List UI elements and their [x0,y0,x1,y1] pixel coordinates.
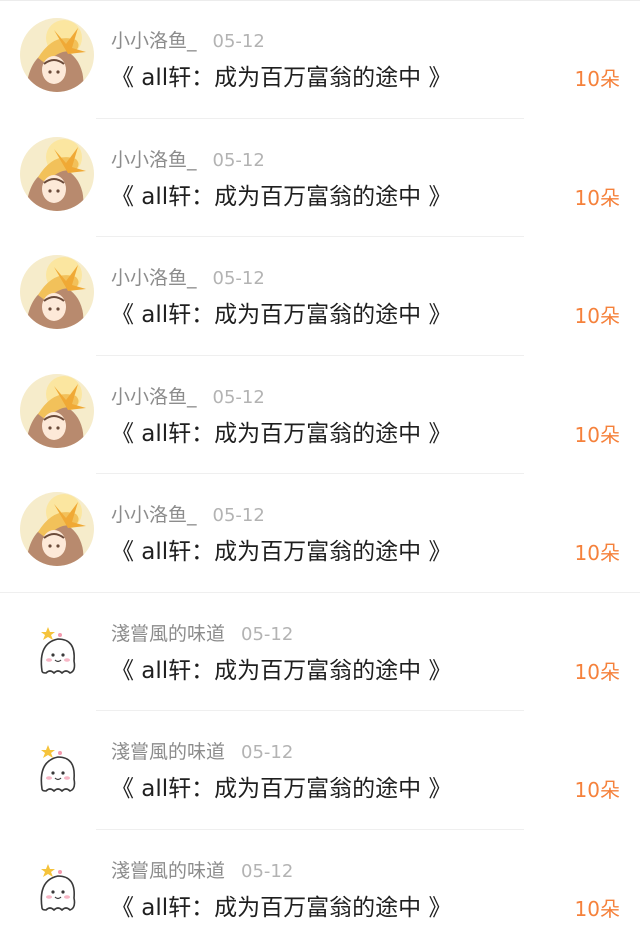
book-title[interactable]: 《 all轩：成为百万富翁的途中 》 [111,297,452,333]
anime-girl-avatar-icon[interactable] [20,374,94,448]
username[interactable]: 淺嘗風的味道 [111,741,225,763]
list-item[interactable]: 小小洛鱼_ 05-12 《 all轩：成为百万富翁的途中 》 10朵 [0,474,640,593]
gift-amount: 10朵 [575,64,620,94]
item-meta: 淺嘗風的味道 05-12 [111,621,293,647]
ghost-avatar-icon[interactable] [20,729,94,803]
item-meta: 小小洛鱼_ 05-12 [111,265,265,291]
list-item[interactable]: 淺嘗風的味道 05-12 《 all轩：成为百万富翁的途中 》 10朵 [0,830,640,948]
book-title[interactable]: 《 all轩：成为百万富翁的途中 》 [111,416,452,452]
anime-girl-avatar-icon[interactable] [20,137,94,211]
post-date: 05-12 [213,150,265,171]
book-title[interactable]: 《 all轩：成为百万富翁的途中 》 [111,890,452,926]
anime-girl-avatar-icon[interactable] [20,492,94,566]
username[interactable]: 小小洛鱼_ [111,267,197,289]
ghost-avatar-icon[interactable] [20,848,94,922]
book-title[interactable]: 《 all轩：成为百万富翁的途中 》 [111,653,452,689]
gift-amount: 10朵 [575,894,620,924]
username[interactable]: 小小洛鱼_ [111,504,197,526]
book-title[interactable]: 《 all轩：成为百万富翁的途中 》 [111,60,452,96]
username[interactable]: 小小洛鱼_ [111,30,197,52]
book-title[interactable]: 《 all轩：成为百万富翁的途中 》 [111,534,452,570]
anime-girl-avatar-icon[interactable] [20,255,94,329]
item-meta: 淺嘗風的味道 05-12 [111,858,293,884]
item-meta: 小小洛鱼_ 05-12 [111,384,265,410]
book-title[interactable]: 《 all轩：成为百万富翁的途中 》 [111,179,452,215]
list-item[interactable]: 小小洛鱼_ 05-12 《 all轩：成为百万富翁的途中 》 10朵 [0,356,640,475]
username[interactable]: 淺嘗風的味道 [111,860,225,882]
username[interactable]: 小小洛鱼_ [111,149,197,171]
gift-record-list: 小小洛鱼_ 05-12 《 all轩：成为百万富翁的途中 》 10朵 小小洛鱼_ 0… [0,0,640,948]
post-date: 05-12 [213,268,265,289]
list-item[interactable]: 小小洛鱼_ 05-12 《 all轩：成为百万富翁的途中 》 10朵 [0,119,640,238]
gift-amount: 10朵 [575,538,620,568]
gift-amount: 10朵 [575,657,620,687]
anime-girl-avatar-icon[interactable] [20,18,94,92]
post-date: 05-12 [241,861,293,882]
gift-amount: 10朵 [575,301,620,331]
post-date: 05-12 [241,742,293,763]
gift-amount: 10朵 [575,420,620,450]
gift-amount: 10朵 [575,775,620,805]
item-meta: 小小洛鱼_ 05-12 [111,502,265,528]
item-meta: 小小洛鱼_ 05-12 [111,147,265,173]
username[interactable]: 小小洛鱼_ [111,386,197,408]
post-date: 05-12 [213,31,265,52]
list-item[interactable]: 淺嘗風的味道 05-12 《 all轩：成为百万富翁的途中 》 10朵 [0,593,640,712]
ghost-avatar-icon[interactable] [20,611,94,685]
username[interactable]: 淺嘗風的味道 [111,623,225,645]
list-item[interactable]: 淺嘗風的味道 05-12 《 all轩：成为百万富翁的途中 》 10朵 [0,711,640,830]
item-meta: 小小洛鱼_ 05-12 [111,28,265,54]
post-date: 05-12 [213,387,265,408]
item-meta: 淺嘗風的味道 05-12 [111,739,293,765]
post-date: 05-12 [213,505,265,526]
list-item[interactable]: 小小洛鱼_ 05-12 《 all轩：成为百万富翁的途中 》 10朵 [0,237,640,356]
book-title[interactable]: 《 all轩：成为百万富翁的途中 》 [111,771,452,807]
list-item[interactable]: 小小洛鱼_ 05-12 《 all轩：成为百万富翁的途中 》 10朵 [0,0,640,119]
post-date: 05-12 [241,624,293,645]
gift-amount: 10朵 [575,183,620,213]
